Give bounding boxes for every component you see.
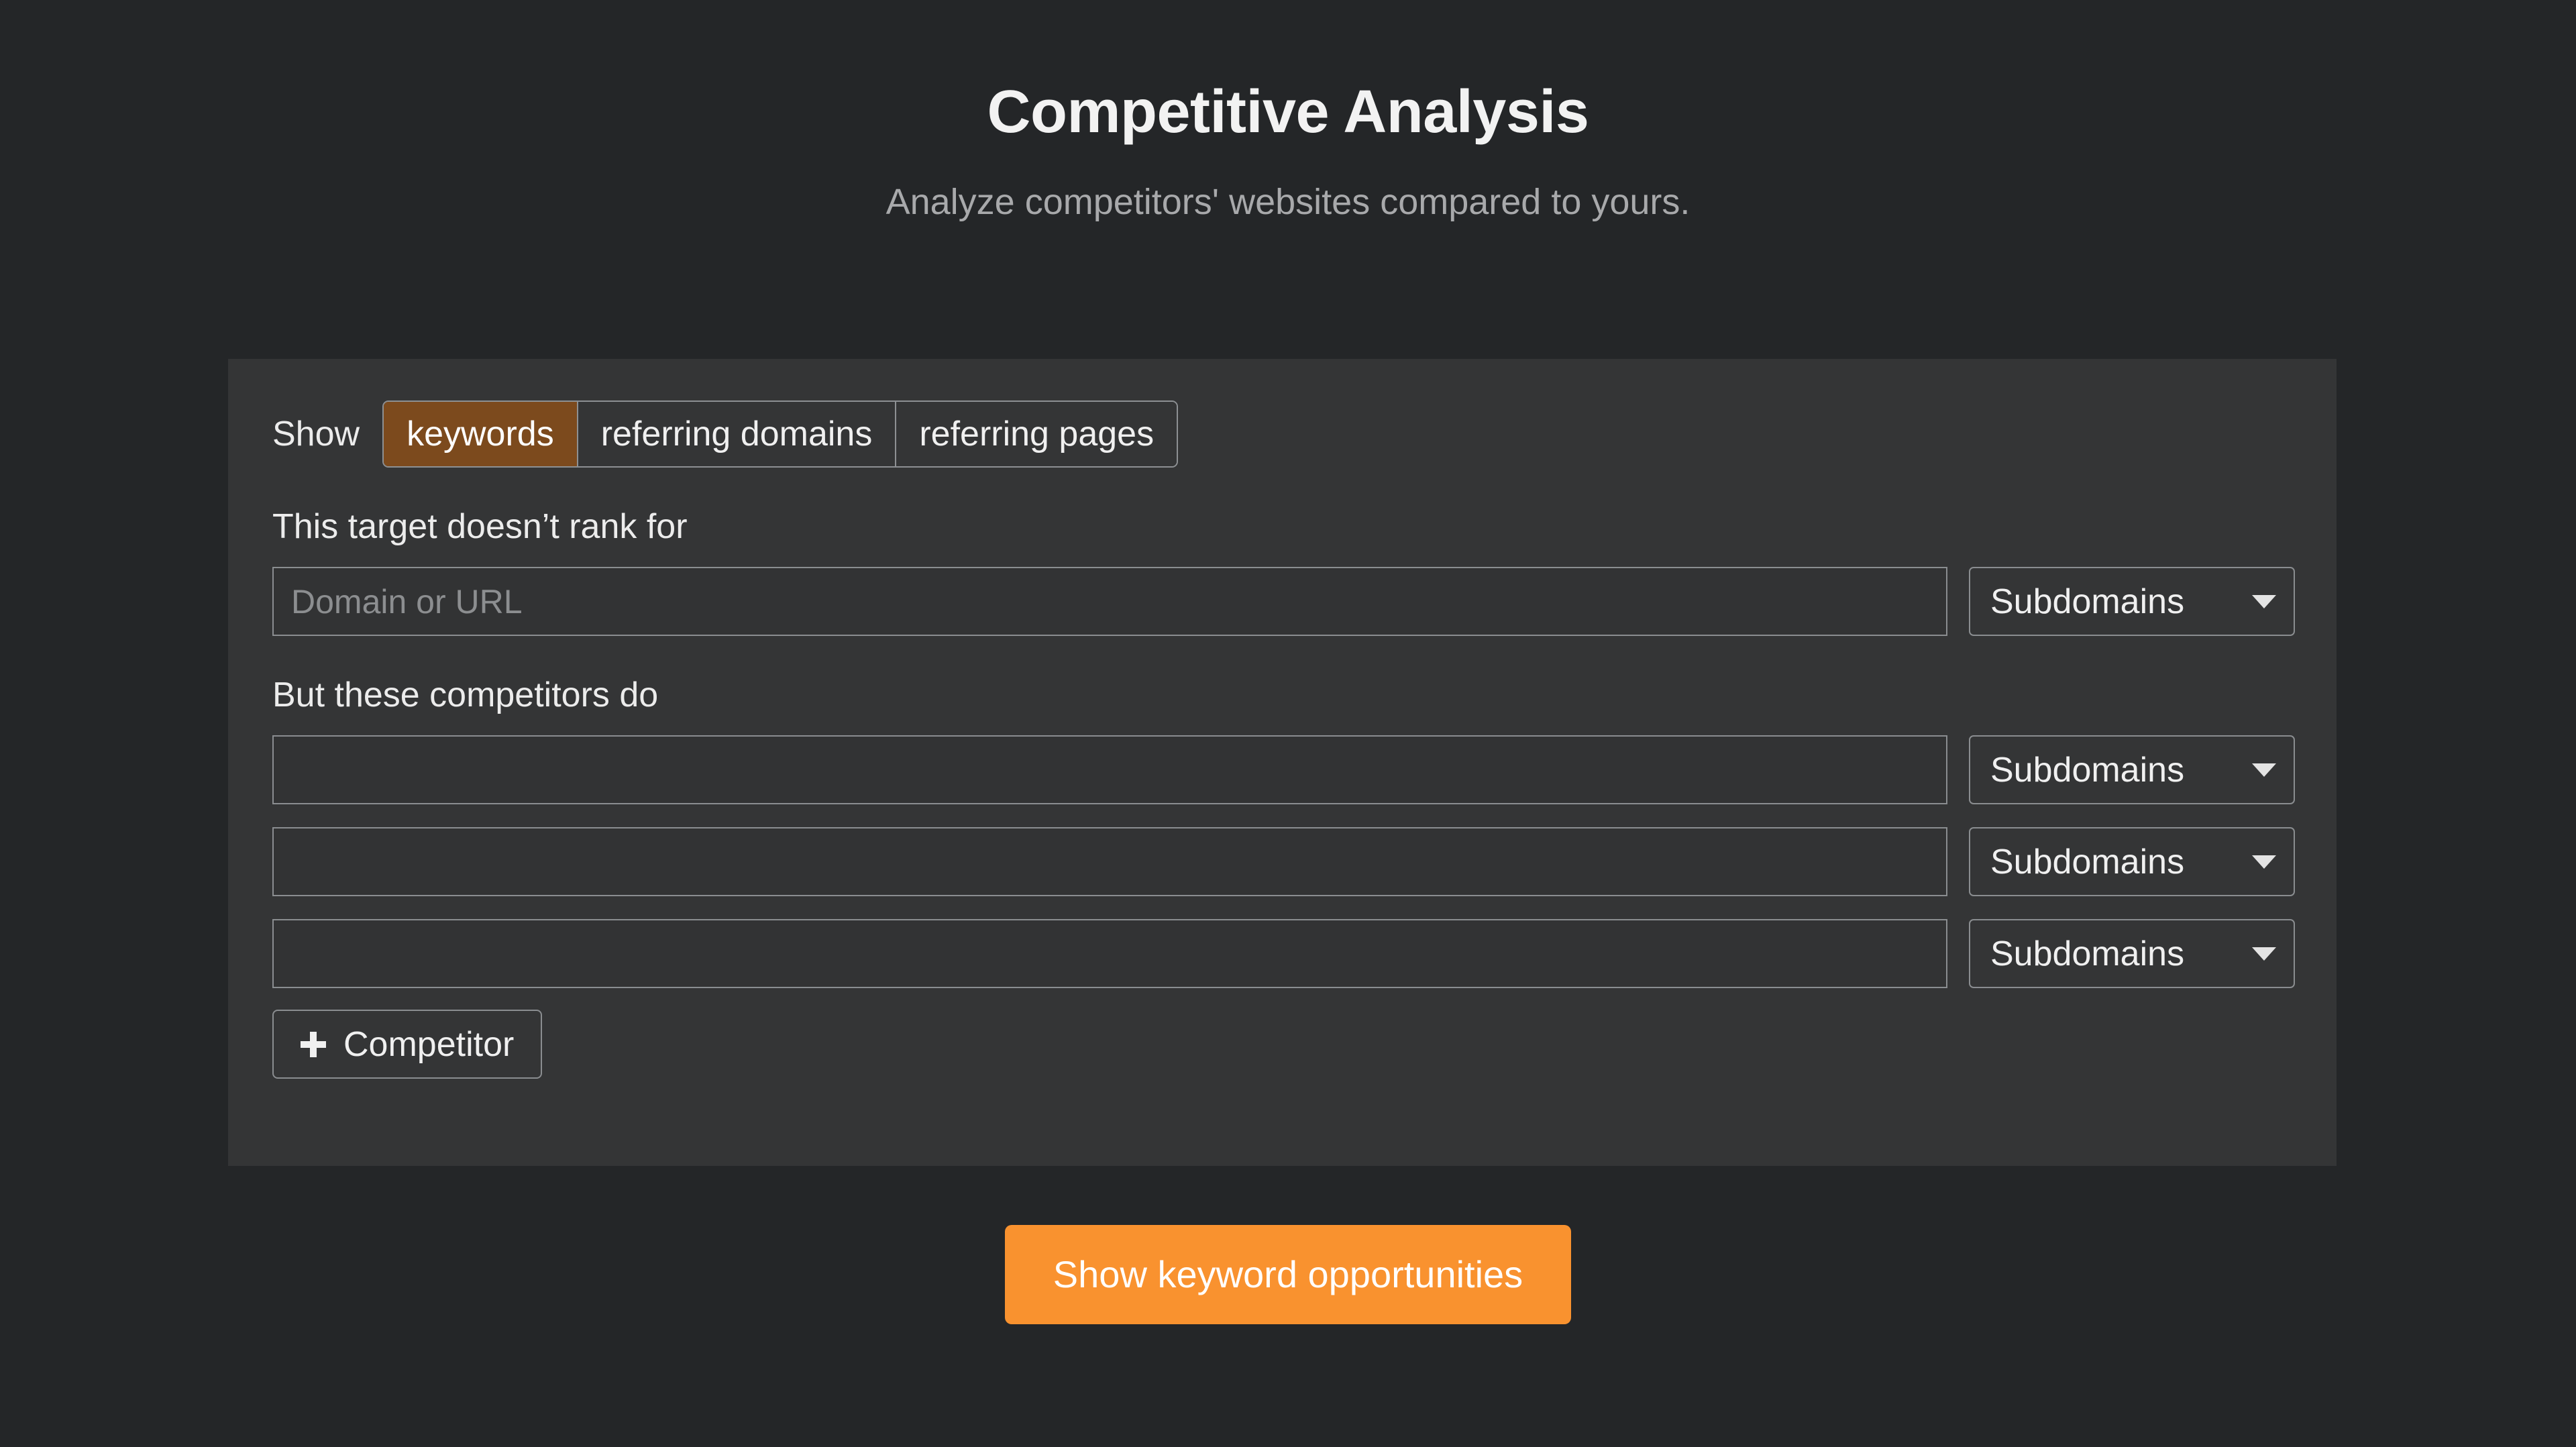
analysis-form-card: Show keywords referring domains referrin… bbox=[228, 359, 2337, 1166]
page-title: Competitive Analysis bbox=[987, 78, 1589, 146]
show-keyword-opportunities-button[interactable]: Show keyword opportunities bbox=[1004, 1225, 1572, 1324]
tab-keywords[interactable]: keywords bbox=[384, 402, 578, 466]
competitor-1-input[interactable] bbox=[272, 735, 1947, 804]
tab-referring-pages[interactable]: referring pages bbox=[896, 402, 1177, 466]
competitive-analysis-page: Competitive Analysis Analyze competitors… bbox=[0, 0, 2576, 1447]
cta-container: Show keyword opportunities bbox=[0, 1225, 2576, 1324]
form-body: Show keywords referring domains referrin… bbox=[228, 359, 2337, 1079]
competitor-row: Subdomains bbox=[272, 735, 2337, 804]
competitor-2-scope-label: Subdomains bbox=[1990, 842, 2185, 881]
competitor-2-input[interactable] bbox=[272, 827, 1947, 896]
page-subtitle: Analyze competitors' websites compared t… bbox=[885, 182, 1690, 222]
chevron-down-icon bbox=[2252, 947, 2276, 961]
show-tab-row: Show keywords referring domains referrin… bbox=[272, 400, 2337, 468]
competitor-3-scope-label: Subdomains bbox=[1990, 934, 2185, 973]
competitor-1-scope-label: Subdomains bbox=[1990, 750, 2185, 790]
chevron-down-icon bbox=[2252, 594, 2276, 608]
competitor-1-scope-dropdown[interactable]: Subdomains bbox=[1969, 735, 2295, 804]
competitor-3-scope-dropdown[interactable]: Subdomains bbox=[1969, 919, 2295, 988]
page-header: Competitive Analysis Analyze competitors… bbox=[0, 0, 2576, 224]
target-scope-dropdown[interactable]: Subdomains bbox=[1969, 567, 2295, 636]
chevron-down-icon bbox=[2252, 855, 2276, 869]
target-domain-input[interactable] bbox=[272, 567, 1947, 636]
add-competitor-label: Competitor bbox=[343, 1024, 515, 1064]
target-row: Subdomains bbox=[272, 567, 2337, 636]
competitors-label: But these competitors do bbox=[272, 676, 659, 714]
competitor-row: Subdomains bbox=[272, 827, 2337, 896]
target-label: This target doesn’t rank for bbox=[272, 507, 688, 546]
competitor-3-input[interactable] bbox=[272, 919, 1947, 988]
competitor-row: Subdomains bbox=[272, 919, 2337, 988]
tab-referring-domains[interactable]: referring domains bbox=[578, 402, 897, 466]
show-tabgroup[interactable]: keywords referring domains referring pag… bbox=[382, 400, 1179, 468]
competitor-2-scope-dropdown[interactable]: Subdomains bbox=[1969, 827, 2295, 896]
plus-icon bbox=[301, 1031, 326, 1057]
show-label: Show bbox=[272, 415, 360, 453]
chevron-down-icon bbox=[2252, 763, 2276, 777]
add-competitor-button[interactable]: Competitor bbox=[272, 1010, 543, 1079]
target-scope-label: Subdomains bbox=[1990, 582, 2185, 621]
